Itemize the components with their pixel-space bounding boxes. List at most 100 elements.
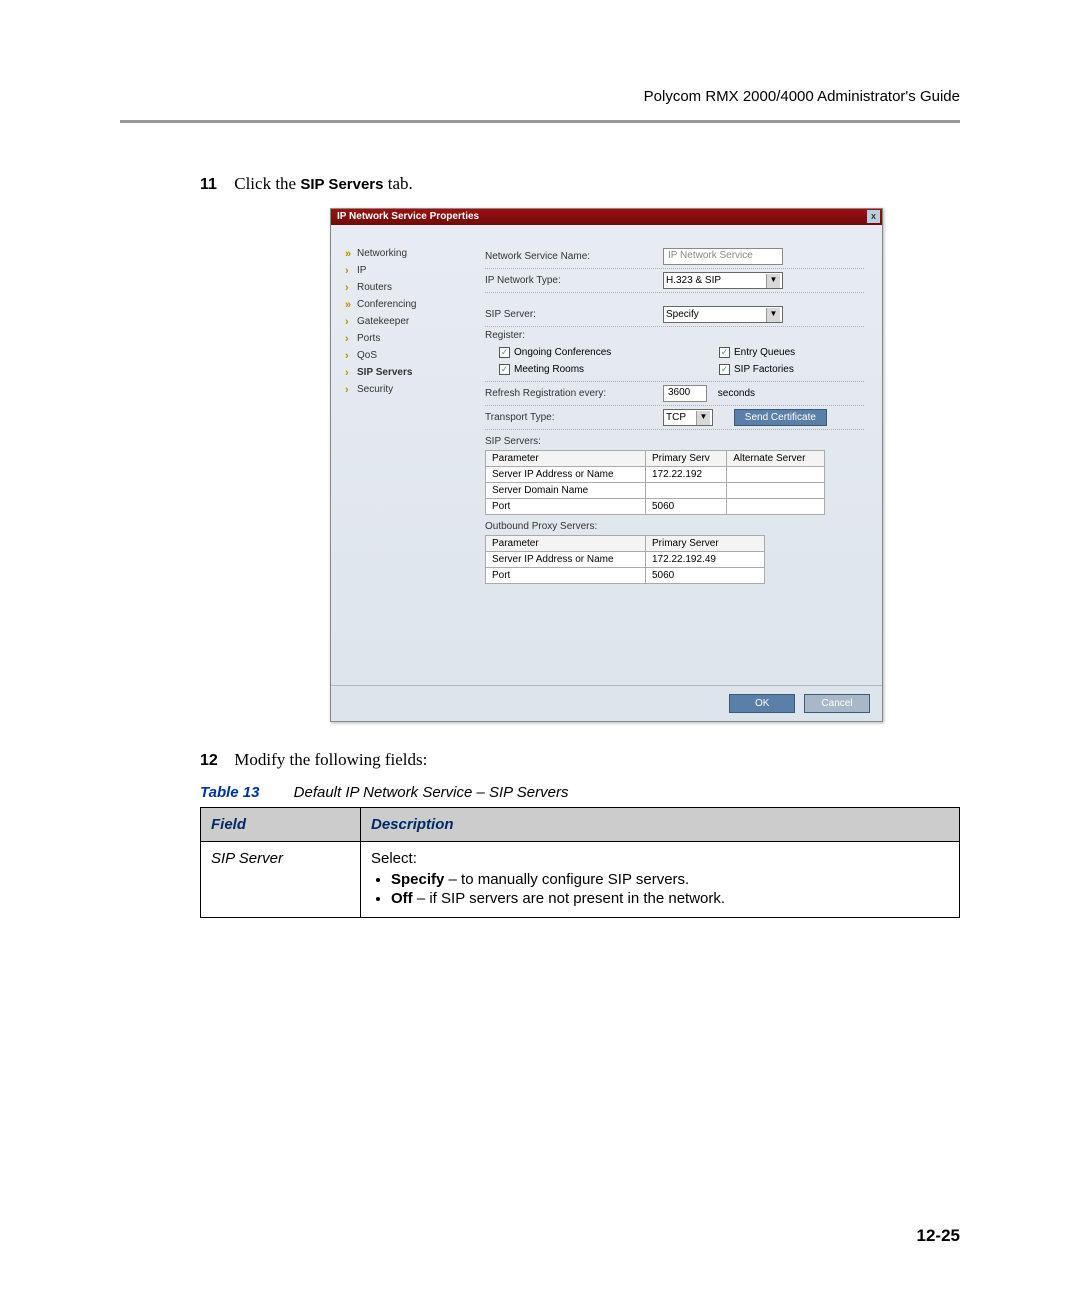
desc-bullet: Off – if SIP servers are not present in … (391, 890, 949, 907)
label-sip-servers-list: SIP Servers: (485, 430, 864, 450)
table-label: Table 13 (200, 784, 259, 801)
select-value: H.323 & SIP (666, 275, 721, 286)
close-icon[interactable]: x (867, 210, 880, 223)
chevron-down-icon: ▼ (766, 308, 780, 322)
sidebar-item-gatekeeper[interactable]: Gatekeeper (345, 313, 453, 330)
row-ip-network-type: IP Network Type: H.323 & SIP ▼ (485, 269, 864, 293)
desc-lead: Select: (371, 850, 417, 867)
label-transport-type: Transport Type: (485, 412, 663, 423)
step-12-num: 12 (200, 752, 230, 770)
step-11-suffix: tab. (383, 174, 412, 193)
ok-button[interactable]: OK (729, 694, 795, 713)
sidebar-item-conferencing[interactable]: Conferencing (345, 296, 453, 313)
sidebar-item-label: Conferencing (357, 299, 416, 310)
cell-param: Server Domain Name (486, 483, 646, 499)
desc-rest: – to manually configure SIP servers. (444, 871, 689, 888)
select-value: Specify (666, 309, 699, 320)
sidebar-item-networking[interactable]: Networking (345, 245, 453, 262)
select-sip-server[interactable]: Specify ▼ (663, 306, 783, 323)
checkbox-label: Entry Queues (734, 347, 795, 358)
cell-value[interactable]: 5060 (646, 568, 765, 584)
sidebar-item-label: Routers (357, 282, 392, 293)
checkbox-label: Meeting Rooms (514, 364, 584, 375)
row-cb-1: ✓Ongoing Conferences ✓Entry Queues (485, 344, 864, 361)
checkbox-ongoing-conferences[interactable]: ✓Ongoing Conferences (499, 347, 659, 358)
table-13-caption: Table 13 Default IP Network Service – SI… (200, 784, 960, 801)
row-register: Register: (485, 327, 864, 344)
sidebar-item-qos[interactable]: QoS (345, 347, 453, 364)
row-refresh-reg: Refresh Registration every: 3600 seconds (485, 382, 864, 406)
checkbox-meeting-rooms[interactable]: ✓Meeting Rooms (499, 364, 659, 375)
step-11-bold: SIP Servers (300, 176, 383, 193)
step-11-num: 11 (200, 176, 230, 194)
page-header: Polycom RMX 2000/4000 Administrator's Gu… (644, 88, 960, 105)
sidebar-item-security[interactable]: Security (345, 381, 453, 398)
dialog-titlebar: IP Network Service Properties x (331, 209, 882, 225)
desc-rest: – if SIP servers are not present in the … (413, 890, 725, 907)
dialog-ip-network-service-props: IP Network Service Properties x Networki… (330, 208, 883, 722)
table-outbound-proxy: Parameter Primary Server Server IP Addre… (485, 535, 765, 584)
cell-value[interactable]: 5060 (646, 499, 727, 515)
select-transport-type[interactable]: TCP ▼ (663, 409, 713, 426)
step-11-prefix: Click the (234, 174, 300, 193)
row-sip-server: SIP Server: Specify▼ (485, 303, 864, 327)
sidebar-item-label: Ports (357, 333, 380, 344)
label-net-service-name: Network Service Name: (485, 251, 663, 262)
row-transport-type: Transport Type: TCP ▼ Send Certificate (485, 406, 864, 430)
sidebar-item-label: IP (357, 265, 366, 276)
th-alternate: Alternate Server (727, 451, 825, 467)
sidebar-item-sip-servers[interactable]: SIP Servers (345, 364, 453, 381)
th-description: Description (361, 808, 960, 842)
th-parameter: Parameter (486, 451, 646, 467)
chevron-down-icon: ▼ (766, 274, 780, 288)
dialog-main: Network Service Name: IP Network Service… (457, 225, 882, 685)
label-refresh-reg: Refresh Registration every: (485, 388, 663, 399)
cell-field-name: SIP Server (201, 842, 361, 918)
select-ip-network-type[interactable]: H.323 & SIP ▼ (663, 272, 783, 289)
dialog-title: IP Network Service Properties (337, 211, 479, 222)
th-parameter: Parameter (486, 536, 646, 552)
th-field: Field (201, 808, 361, 842)
sidebar-item-ip[interactable]: IP (345, 262, 453, 279)
sidebar-item-label: Gatekeeper (357, 316, 409, 327)
chevron-down-icon: ▼ (696, 411, 710, 425)
step-12-text: Modify the following fields: (234, 750, 427, 769)
button-send-certificate[interactable]: Send Certificate (734, 409, 827, 426)
cell-value[interactable] (727, 499, 825, 515)
cell-value[interactable]: 172.22.192 (646, 467, 727, 483)
cell-param: Port (486, 499, 646, 515)
cell-value[interactable] (727, 483, 825, 499)
dialog-footer: OK Cancel (331, 685, 882, 721)
input-refresh-reg[interactable]: 3600 (663, 385, 707, 402)
th-primary: Primary Serv (646, 451, 727, 467)
checkbox-label: SIP Factories (734, 364, 794, 375)
table-sip-servers: Parameter Primary Serv Alternate Server … (485, 450, 825, 515)
label-seconds: seconds (718, 388, 755, 399)
sidebar-item-label: QoS (357, 350, 377, 361)
step-12: 12 Modify the following fields: (200, 750, 960, 770)
sidebar-item-routers[interactable]: Routers (345, 279, 453, 296)
sidebar-item-ports[interactable]: Ports (345, 330, 453, 347)
select-value: TCP (666, 412, 686, 423)
cell-value[interactable] (727, 467, 825, 483)
input-net-service-name[interactable]: IP Network Service (663, 248, 783, 265)
sidebar-item-label: Security (357, 384, 393, 395)
checkbox-label: Ongoing Conferences (514, 347, 611, 358)
dialog-sidebar: Networking IP Routers Conferencing Gatek… (331, 225, 457, 685)
label-outbound-proxy: Outbound Proxy Servers: (485, 515, 864, 535)
checkbox-entry-queues[interactable]: ✓Entry Queues (719, 347, 795, 358)
desc-bold: Specify (391, 871, 444, 888)
table-caption-text: Default IP Network Service – SIP Servers (294, 784, 569, 801)
step-11: 11 Click the SIP Servers tab. (200, 174, 960, 194)
cell-value[interactable]: 172.22.192.49 (646, 552, 765, 568)
label-register: Register: (485, 330, 663, 341)
th-primary: Primary Server (646, 536, 765, 552)
row-net-service-name: Network Service Name: IP Network Service (485, 245, 864, 269)
cell-param: Port (486, 568, 646, 584)
cell-param: Server IP Address or Name (486, 467, 646, 483)
checkbox-sip-factories[interactable]: ✓SIP Factories (719, 364, 794, 375)
sidebar-item-label: Networking (357, 248, 407, 259)
cancel-button[interactable]: Cancel (804, 694, 870, 713)
cell-value[interactable] (646, 483, 727, 499)
label-ip-network-type: IP Network Type: (485, 275, 663, 286)
